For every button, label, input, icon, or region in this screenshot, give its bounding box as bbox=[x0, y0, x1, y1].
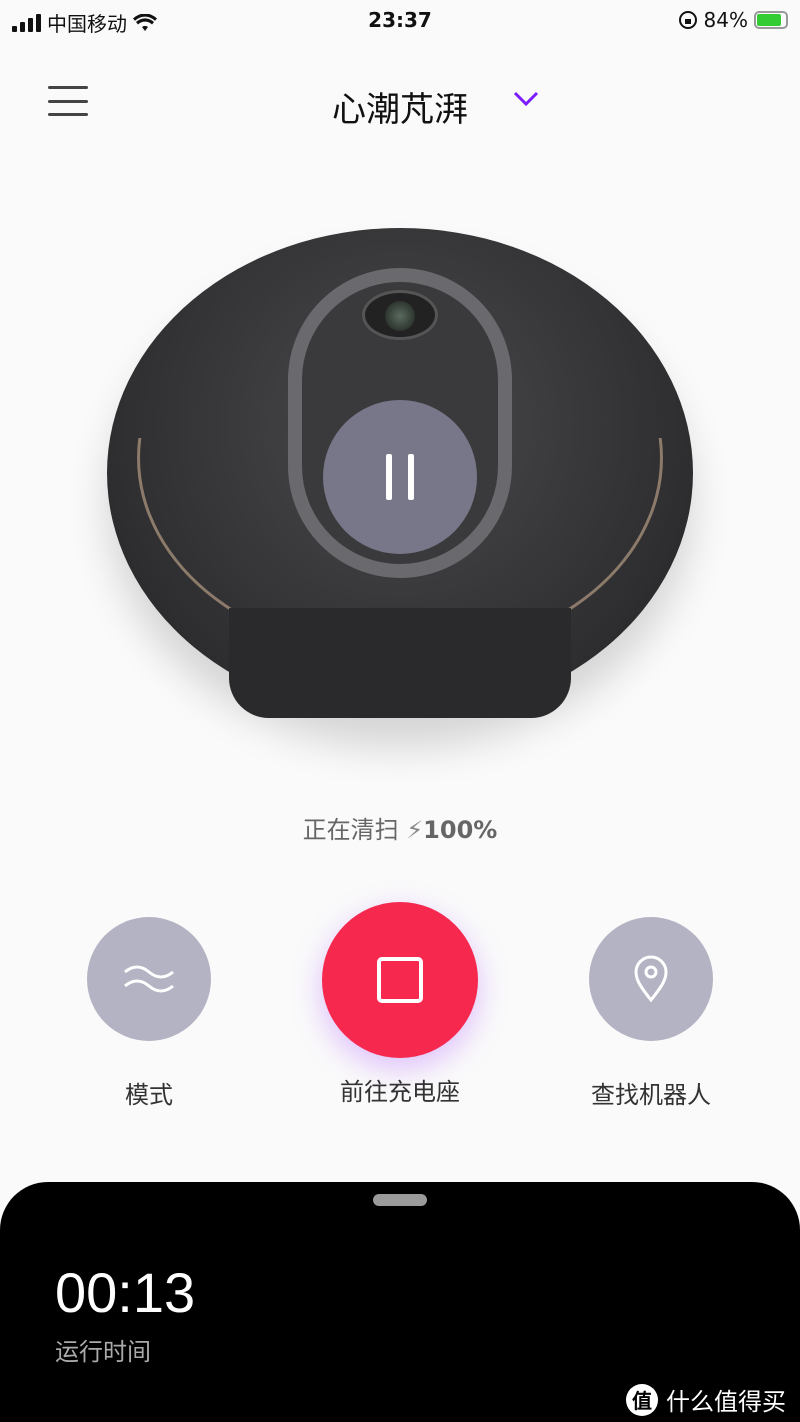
rotation-lock-icon bbox=[678, 11, 697, 29]
return-dock-button[interactable]: 前往充电座 bbox=[280, 902, 520, 1107]
device-title[interactable]: 心潮芃湃 bbox=[0, 82, 800, 131]
sheet-drag-handle[interactable] bbox=[373, 1194, 427, 1206]
bottom-sheet: 00:13 运行时间 值 什么值得买 bbox=[0, 1182, 800, 1422]
battery-percent: 84% bbox=[703, 8, 748, 32]
find-robot-label: 查找机器人 bbox=[591, 1081, 711, 1109]
cleaning-status: 正在清扫 ⚡100% bbox=[0, 810, 800, 845]
runtime-label: 运行时间 bbox=[55, 1338, 151, 1366]
watermark: 值 什么值得买 bbox=[626, 1382, 786, 1417]
battery-level: 100% bbox=[423, 816, 498, 844]
watermark-text: 什么值得买 bbox=[666, 1388, 786, 1416]
battery-icon bbox=[754, 11, 788, 29]
mode-label: 模式 bbox=[125, 1081, 173, 1109]
find-robot-button[interactable]: 查找机器人 bbox=[531, 902, 771, 1110]
header: 心潮芃湃 bbox=[0, 70, 800, 134]
lightning-icon: ⚡ bbox=[406, 816, 424, 844]
runtime-value: 00:13 bbox=[55, 1261, 196, 1324]
robot-image bbox=[107, 228, 693, 728]
chevron-down-icon[interactable] bbox=[512, 88, 540, 108]
pause-icon bbox=[386, 454, 392, 500]
location-pin-icon bbox=[589, 917, 713, 1041]
waves-icon bbox=[87, 917, 211, 1041]
pause-button[interactable] bbox=[323, 400, 477, 554]
action-bar: 模式 前往充电座 查找机器人 bbox=[0, 902, 800, 1109]
mode-button[interactable]: 模式 bbox=[29, 902, 269, 1110]
watermark-logo: 值 bbox=[626, 1383, 658, 1416]
status-bar: 中国移动 23:37 84% bbox=[0, 0, 800, 44]
return-dock-label: 前往充电座 bbox=[340, 1078, 460, 1106]
status-text: 正在清扫 bbox=[302, 816, 399, 844]
stop-icon bbox=[322, 902, 478, 1058]
